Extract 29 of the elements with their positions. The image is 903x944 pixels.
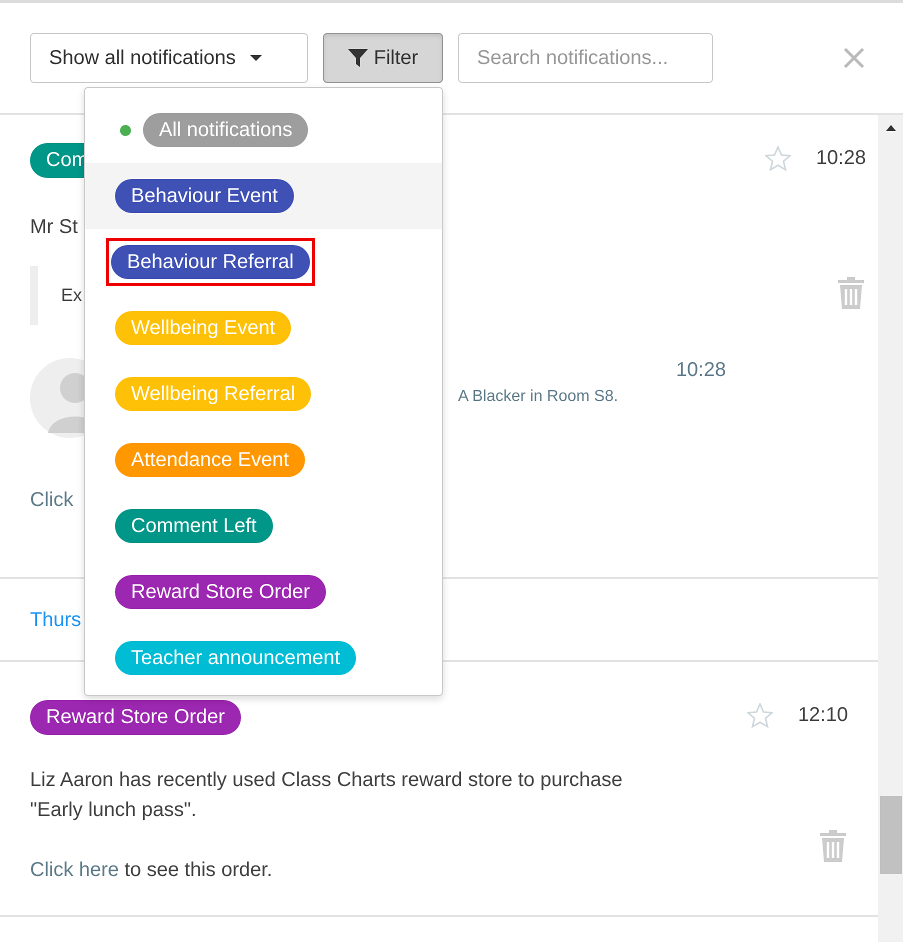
star-icon[interactable]	[746, 702, 773, 728]
filter-option[interactable]: Behaviour Referral	[111, 245, 310, 279]
notification-time: 12:10	[798, 703, 848, 728]
scrollbar[interactable]	[878, 115, 903, 942]
scrollbar-thumb[interactable]	[880, 796, 902, 874]
filter-button[interactable]: Filter	[323, 33, 443, 83]
trash-icon[interactable]	[838, 277, 864, 309]
caret-icon	[250, 55, 262, 61]
filter-option[interactable]: Behaviour Event	[115, 179, 294, 213]
scroll-up-icon[interactable]	[886, 125, 896, 131]
reply-text: A Blacker in Room S8.	[458, 387, 620, 407]
filter-option[interactable]: Comment Left	[115, 509, 273, 543]
link-sentence: Click here to see this order.	[30, 858, 274, 883]
show-notifications-dropdown[interactable]: Show all notifications	[30, 33, 308, 83]
filter-option[interactable]: All notifications	[143, 113, 308, 147]
star-icon[interactable]	[764, 146, 791, 170]
close-icon[interactable]	[843, 47, 865, 69]
trash-icon[interactable]	[820, 830, 846, 862]
click-here-link[interactable]: Click	[30, 489, 74, 511]
category-tag: Reward Store Order	[30, 700, 241, 735]
notification-time: 10:28	[816, 146, 866, 171]
click-here-link[interactable]: Click here	[30, 859, 119, 881]
search-field[interactable]: Search notifications...	[458, 33, 713, 83]
notification-text: Liz Aaron has recently used Class Charts reward store to purchase "Early lunch pass".	[30, 768, 624, 823]
reply-time: 10:28	[674, 358, 726, 383]
notification-text: Mr St	[30, 215, 79, 240]
funnel-icon	[348, 49, 368, 67]
filter-option[interactable]: Teacher announcement	[115, 641, 356, 675]
filter-option[interactable]: Reward Store Order	[115, 575, 326, 609]
